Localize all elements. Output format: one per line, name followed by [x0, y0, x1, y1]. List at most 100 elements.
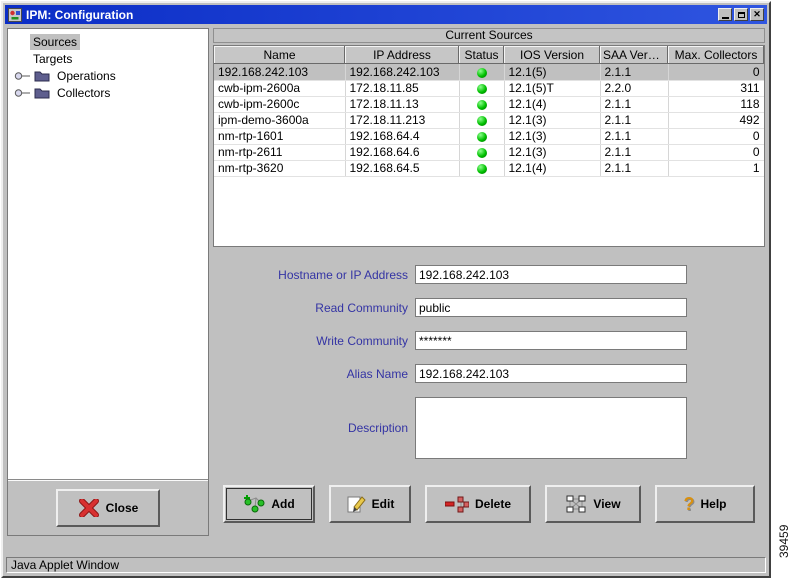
- table-row[interactable]: cwb-ipm-2600a 172.18.11.85 12.1(5)T 2.2.…: [214, 80, 764, 97]
- cell-saa-version[interactable]: 2.1.1: [600, 112, 669, 129]
- cell-status[interactable]: [459, 64, 505, 81]
- sources-panel: Current Sources Name IP Address Status I…: [213, 28, 765, 552]
- help-question-icon: ?: [683, 494, 695, 514]
- write-community-label: Write Community: [316, 333, 408, 348]
- table-row[interactable]: ipm-demo-3600a 172.18.11.213 12.1(3) 2.1…: [214, 112, 764, 129]
- help-button[interactable]: ? Help: [655, 485, 755, 523]
- view-topology-icon: [565, 494, 587, 514]
- cell-name[interactable]: ipm-demo-3600a: [214, 112, 346, 129]
- hostname-input[interactable]: [415, 265, 687, 284]
- cell-ip-address[interactable]: 192.168.242.103: [345, 64, 460, 81]
- cell-status[interactable]: [459, 80, 505, 97]
- cell-saa-version[interactable]: 2.1.1: [600, 96, 669, 113]
- table-row[interactable]: nm-rtp-2611 192.168.64.6 12.1(3) 2.1.1 0: [214, 144, 764, 161]
- cell-ios-version[interactable]: 12.1(4): [504, 160, 601, 177]
- column-header-ip-address[interactable]: IP Address: [345, 46, 459, 64]
- view-button[interactable]: View: [545, 485, 641, 523]
- status-up-icon: [476, 163, 487, 174]
- maximize-button[interactable]: [734, 8, 748, 21]
- cell-saa-version[interactable]: 2.1.1: [600, 64, 669, 81]
- table-row[interactable]: nm-rtp-3620 192.168.64.5 12.1(4) 2.1.1 1: [214, 160, 764, 177]
- write-community-input[interactable]: [415, 331, 687, 350]
- status-up-icon: [476, 83, 487, 94]
- column-header-name[interactable]: Name: [214, 46, 345, 64]
- tree-item-targets[interactable]: Targets: [8, 50, 208, 67]
- cell-status[interactable]: [459, 128, 505, 145]
- tree-item-sources[interactable]: Sources: [8, 33, 208, 50]
- cell-ios-version[interactable]: 12.1(5)T: [504, 80, 601, 97]
- cell-name[interactable]: nm-rtp-2611: [214, 144, 346, 161]
- column-header-ios-version[interactable]: IOS Version: [504, 46, 600, 64]
- cell-ip-address[interactable]: 172.18.11.85: [345, 80, 460, 97]
- column-header-status[interactable]: Status: [459, 46, 504, 64]
- cell-ip-address[interactable]: 172.18.11.13: [345, 96, 460, 113]
- cell-max-collectors[interactable]: 0: [668, 128, 764, 145]
- edit-button[interactable]: Edit: [329, 485, 411, 523]
- add-node-icon: [243, 494, 265, 514]
- title-bar[interactable]: IPM: Configuration ✕: [5, 5, 767, 24]
- cell-ios-version[interactable]: 12.1(5): [504, 64, 601, 81]
- cell-max-collectors[interactable]: 0: [668, 64, 764, 81]
- alias-name-input[interactable]: [415, 364, 687, 383]
- close-button[interactable]: Close: [56, 488, 160, 527]
- left-panel: Sources Targets Operations Collectors Cl…: [7, 28, 209, 536]
- figure-number: 39459: [777, 524, 791, 558]
- cell-ip-address[interactable]: 192.168.64.6: [345, 144, 460, 161]
- cell-name[interactable]: cwb-ipm-2600c: [214, 96, 346, 113]
- sources-table[interactable]: Name IP Address Status IOS Version SAA V…: [213, 45, 765, 247]
- cell-ios-version[interactable]: 12.1(3): [504, 112, 601, 129]
- close-window-button[interactable]: ✕: [750, 8, 764, 21]
- minimize-button[interactable]: [718, 8, 732, 21]
- cell-max-collectors[interactable]: 118: [668, 96, 764, 113]
- column-header-max-collectors[interactable]: Max. Collectors: [668, 46, 764, 64]
- table-header-row: Name IP Address Status IOS Version SAA V…: [214, 46, 764, 64]
- cell-max-collectors[interactable]: 492: [668, 112, 764, 129]
- cell-name[interactable]: nm-rtp-3620: [214, 160, 346, 177]
- cell-name[interactable]: 192.168.242.103: [214, 64, 346, 81]
- cell-name[interactable]: cwb-ipm-2600a: [214, 80, 346, 97]
- action-button-row: Add Edit Delete View ? Help: [213, 485, 765, 523]
- cell-status[interactable]: [459, 144, 505, 161]
- close-button-label: Close: [105, 500, 139, 515]
- description-textarea[interactable]: [415, 397, 687, 459]
- cell-ip-address[interactable]: 192.168.64.5: [345, 160, 460, 177]
- cell-ios-version[interactable]: 12.1(3): [504, 144, 601, 161]
- cell-max-collectors[interactable]: 0: [668, 144, 764, 161]
- source-form: Hostname or IP Address Read Community Wr…: [213, 265, 765, 459]
- cell-name[interactable]: nm-rtp-1601: [214, 128, 346, 145]
- cell-saa-version[interactable]: 2.1.1: [600, 160, 669, 177]
- cell-ios-version[interactable]: 12.1(4): [504, 96, 601, 113]
- tree-item-collectors[interactable]: Collectors: [8, 84, 208, 101]
- table-row[interactable]: cwb-ipm-2600c 172.18.11.13 12.1(4) 2.1.1…: [214, 96, 764, 113]
- close-icon: ✕: [753, 9, 761, 19]
- cell-max-collectors[interactable]: 1: [668, 160, 764, 177]
- expand-handle-icon[interactable]: [14, 71, 32, 81]
- tree-item-operations[interactable]: Operations: [8, 67, 208, 84]
- cell-status[interactable]: [459, 96, 505, 113]
- help-button-label: Help: [700, 497, 727, 511]
- folder-icon: [34, 70, 50, 82]
- cell-ip-address[interactable]: 172.18.11.213: [345, 112, 460, 129]
- table-row[interactable]: 192.168.242.103 192.168.242.103 12.1(5) …: [214, 64, 764, 81]
- tree-item-label: Operations: [57, 68, 116, 83]
- cell-saa-version[interactable]: 2.1.1: [600, 128, 669, 145]
- cell-status[interactable]: [459, 160, 505, 177]
- cell-max-collectors[interactable]: 311: [668, 80, 764, 97]
- alias-name-label: Alias Name: [346, 366, 408, 381]
- add-button[interactable]: Add: [223, 485, 315, 523]
- cell-saa-version[interactable]: 2.2.0: [600, 80, 669, 97]
- expand-handle-icon[interactable]: [14, 88, 32, 98]
- tree-item-label: Targets: [33, 51, 73, 66]
- navigation-tree: Sources Targets Operations Collectors: [8, 29, 208, 479]
- table-row[interactable]: nm-rtp-1601 192.168.64.4 12.1(3) 2.1.1 0: [214, 128, 764, 145]
- read-community-input[interactable]: [415, 298, 687, 317]
- cell-saa-version[interactable]: 2.1.1: [600, 144, 669, 161]
- status-up-icon: [476, 115, 487, 126]
- tree-item-label: Sources: [30, 33, 81, 50]
- cell-ios-version[interactable]: 12.1(3): [504, 128, 601, 145]
- cell-ip-address[interactable]: 192.168.64.4: [345, 128, 460, 145]
- column-header-saa-version[interactable]: SAA Versi...: [600, 46, 668, 64]
- delete-button[interactable]: Delete: [425, 485, 531, 523]
- cell-status[interactable]: [459, 112, 505, 129]
- tree-item-label: Collectors: [57, 85, 111, 100]
